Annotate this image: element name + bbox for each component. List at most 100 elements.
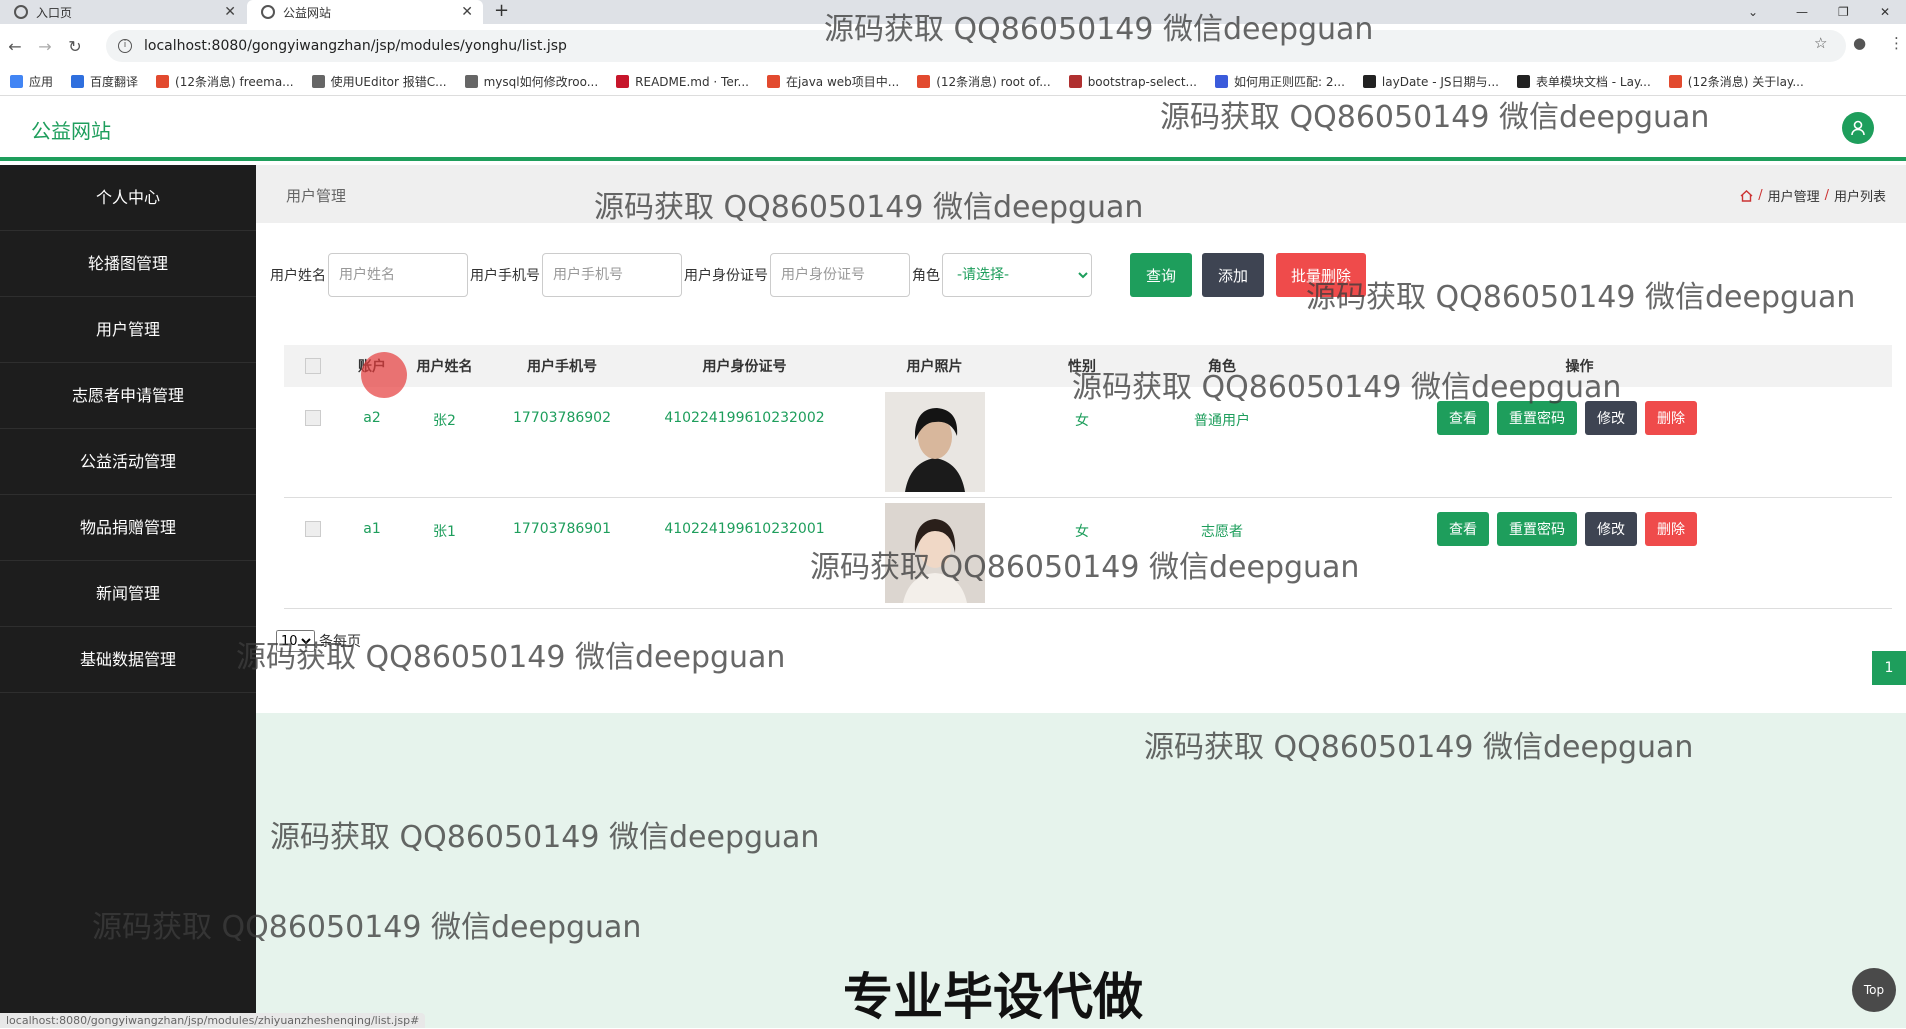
star-icon[interactable]: ☆ bbox=[1814, 34, 1827, 52]
select-all-checkbox[interactable] bbox=[305, 358, 321, 374]
sidebar-item-users[interactable]: 用户管理 bbox=[0, 297, 256, 363]
id-card-cell: 410224199610232001 bbox=[664, 521, 825, 537]
forward-icon[interactable]: → bbox=[30, 37, 60, 56]
bookmark-label: mysql如何修改roo... bbox=[483, 75, 599, 89]
page-header: 用户管理 / 用户管理 / 用户列表 bbox=[256, 165, 1906, 223]
column-header-role: 角色 bbox=[1208, 359, 1236, 375]
bookmark-item[interactable]: 使用UEditor 报错C... bbox=[311, 73, 447, 90]
add-button[interactable]: 添加 bbox=[1202, 253, 1264, 297]
bookmark-item[interactable]: 百度翻译 bbox=[71, 73, 138, 90]
name-label: 用户姓名 bbox=[270, 268, 326, 284]
id-card-label: 用户身份证号 bbox=[684, 268, 768, 284]
batch-delete-button[interactable]: 批量删除 bbox=[1276, 253, 1366, 297]
user-avatar-icon[interactable] bbox=[1842, 112, 1874, 144]
column-header-actions: 操作 bbox=[1565, 359, 1594, 375]
bookmark-label: (12条消息) root of... bbox=[936, 75, 1051, 89]
bookmark-item[interactable]: (12条消息) 关于lay... bbox=[1668, 73, 1804, 90]
reset-password-button[interactable]: 重置密码 bbox=[1497, 401, 1577, 435]
view-button[interactable]: 查看 bbox=[1437, 512, 1489, 546]
search-form: 用户姓名 用户手机号 用户身份证号 角色 -请选择- bbox=[270, 253, 1092, 297]
view-button[interactable]: 查看 bbox=[1437, 401, 1489, 435]
bookmark-item[interactable]: mysql如何修改roo... bbox=[464, 73, 599, 90]
delete-button[interactable]: 删除 bbox=[1645, 401, 1697, 435]
name-cell: 张2 bbox=[433, 413, 456, 429]
role-label: 角色 bbox=[912, 268, 940, 284]
minimize-icon[interactable]: — bbox=[1796, 0, 1808, 24]
bookmark-item[interactable]: layDate - JS日期与... bbox=[1362, 73, 1499, 90]
bookmark-item[interactable]: (12条消息) root of... bbox=[917, 73, 1051, 90]
account-cell: a1 bbox=[363, 521, 381, 537]
restore-icon[interactable]: ❐ bbox=[1838, 0, 1849, 24]
sidebar-item-personal-center[interactable]: 个人中心 bbox=[0, 165, 256, 231]
page-title: 用户管理 bbox=[286, 187, 347, 205]
page-size-select[interactable]: 10 bbox=[276, 630, 315, 652]
id-card-input[interactable] bbox=[770, 253, 910, 297]
reset-password-button[interactable]: 重置密码 bbox=[1497, 512, 1577, 546]
browser-tab-entry[interactable]: 入口页 ✕ bbox=[0, 0, 246, 24]
profile-icon[interactable]: ● bbox=[1853, 34, 1866, 52]
globe-icon bbox=[261, 5, 275, 19]
bookmark-icon bbox=[1214, 75, 1228, 88]
bookmark-item[interactable]: (12条消息) freema... bbox=[156, 73, 294, 90]
back-icon[interactable]: ← bbox=[0, 37, 30, 56]
sidebar-item-volunteer-applications[interactable]: 志愿者申请管理 bbox=[0, 363, 256, 429]
bookmark-item[interactable]: 应用 bbox=[10, 73, 53, 90]
new-tab-button[interactable]: + bbox=[494, 0, 509, 24]
row-checkbox[interactable] bbox=[305, 410, 321, 426]
close-window-icon[interactable]: ✕ bbox=[1880, 0, 1890, 24]
browser-tab-active[interactable]: 公益网站 ✕ bbox=[247, 0, 483, 24]
edit-button[interactable]: 修改 bbox=[1585, 512, 1637, 546]
bookmark-item[interactable]: bootstrap-select... bbox=[1068, 75, 1197, 89]
bookmark-icon bbox=[1362, 75, 1376, 88]
row-checkbox[interactable] bbox=[305, 521, 321, 537]
bookmark-item[interactable]: 在java web项目中... bbox=[767, 73, 899, 90]
breadcrumb-users[interactable]: 用户管理 bbox=[1768, 186, 1820, 205]
bookmarks-bar: 应用 百度翻译 (12条消息) freema... 使用UEditor 报错C... m… bbox=[0, 68, 1906, 96]
bookmark-item[interactable]: 如何用正则匹配: 2... bbox=[1214, 73, 1345, 90]
promo-text: 专业毕设代做 bbox=[843, 968, 1143, 1026]
info-icon[interactable]: i bbox=[118, 39, 132, 53]
phone-label: 用户手机号 bbox=[470, 268, 540, 284]
home-icon[interactable] bbox=[1740, 189, 1753, 202]
delete-button[interactable]: 删除 bbox=[1645, 512, 1697, 546]
column-header-id-card: 用户身份证号 bbox=[702, 359, 787, 375]
tab-title: 入口页 bbox=[36, 5, 73, 20]
table-row: a1 张1 17703786901 410224199610232001 女 志… bbox=[284, 498, 1892, 609]
bookmark-icon bbox=[464, 75, 478, 88]
menu-icon[interactable]: ⋮ bbox=[1889, 34, 1904, 52]
url-field[interactable]: i localhost:8080/gongyiwangzhan/jsp/modu… bbox=[106, 30, 1846, 62]
name-input[interactable] bbox=[328, 253, 468, 297]
bookmark-icon bbox=[616, 75, 630, 88]
query-button[interactable]: 查询 bbox=[1130, 253, 1192, 297]
role-select[interactable]: -请选择- bbox=[942, 253, 1092, 297]
phone-cell: 17703786901 bbox=[513, 521, 611, 537]
phone-input[interactable] bbox=[542, 253, 682, 297]
edit-button[interactable]: 修改 bbox=[1585, 401, 1637, 435]
bookmark-item[interactable]: 表单模块文档 - Lay... bbox=[1516, 73, 1651, 90]
column-header-name: 用户姓名 bbox=[416, 359, 473, 375]
sidebar-item-activities[interactable]: 公益活动管理 bbox=[0, 429, 256, 495]
bookmark-label: (12条消息) 关于lay... bbox=[1687, 75, 1804, 89]
sidebar-item-news[interactable]: 新闻管理 bbox=[0, 561, 256, 627]
sidebar-item-carousel[interactable]: 轮播图管理 bbox=[0, 231, 256, 297]
url-text: localhost:8080/gongyiwangzhan/jsp/module… bbox=[144, 38, 567, 54]
sidebar-item-basic-data[interactable]: 基础数据管理 bbox=[0, 627, 256, 693]
page-number-button[interactable]: 1 bbox=[1872, 651, 1906, 685]
site-logo[interactable]: 公益网站 bbox=[31, 115, 111, 144]
reload-icon[interactable]: ↻ bbox=[60, 37, 90, 56]
bookmark-icon bbox=[1068, 75, 1082, 88]
bookmark-icon bbox=[1516, 75, 1530, 88]
bookmark-icon bbox=[767, 75, 780, 88]
sidebar-item-donations[interactable]: 物品捐赠管理 bbox=[0, 495, 256, 561]
close-icon[interactable]: ✕ bbox=[224, 4, 236, 20]
sex-cell: 女 bbox=[1075, 413, 1089, 429]
bookmark-item[interactable]: README.md · Ter... bbox=[616, 75, 749, 89]
bookmark-label: 在java web项目中... bbox=[786, 75, 900, 89]
phone-cell: 17703786902 bbox=[513, 410, 611, 426]
name-cell: 张1 bbox=[433, 524, 456, 540]
tab-search-icon[interactable]: ⌄ bbox=[1748, 0, 1758, 24]
close-icon[interactable]: ✕ bbox=[461, 4, 473, 20]
bookmark-label: README.md · Ter... bbox=[635, 74, 749, 89]
role-cell: 普通用户 bbox=[1194, 413, 1250, 429]
back-to-top-button[interactable]: Top bbox=[1852, 968, 1896, 1012]
